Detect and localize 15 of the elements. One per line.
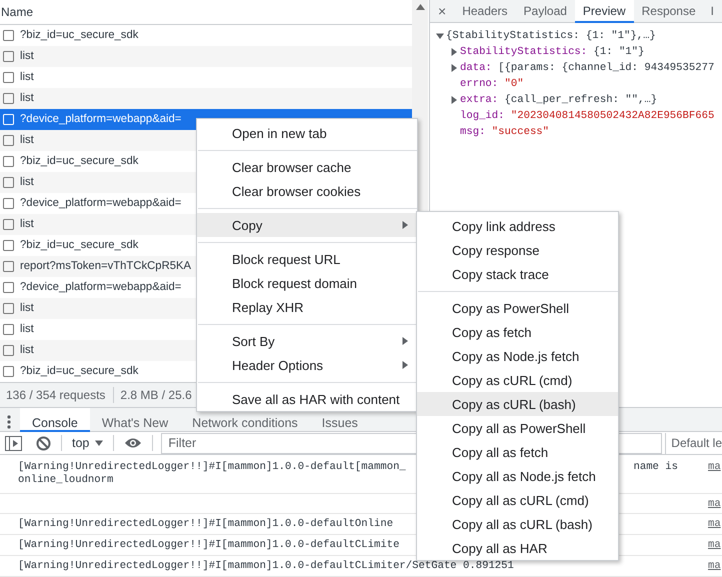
request-count: 136 / 354 requests bbox=[5, 388, 106, 402]
tree-line: StabilityStatistics: {1: "1"} bbox=[460, 46, 644, 58]
tree-line: log_id: "2023040814580502432A82E956BF665 bbox=[460, 110, 714, 122]
console-message: name is bbox=[633, 461, 678, 474]
tree-line: errno: "0" bbox=[460, 78, 524, 90]
tree-line: {StabilityStatistics: {1: "1"},…} bbox=[446, 30, 656, 42]
console-message: online_loudnorm bbox=[18, 474, 114, 487]
tree-line: data: [{params: {channel_id: 94349535277 bbox=[460, 62, 714, 74]
transfer-size: 2.8 MB / 25.6 bbox=[119, 388, 193, 402]
console-message: [Warning!UnredirectedLogger!!]#I[mammon]1.0.0-defaultOnline bbox=[18, 518, 394, 531]
console-message: [Warning!UnredirectedLogger!!]#I[mammon]1.0.0-defaultCLimiter/SetGate 0.891251 bbox=[18, 560, 514, 573]
tree-line: extra: {call_per_refresh: "",…} bbox=[460, 94, 658, 106]
tree-line: msg: "success" bbox=[460, 126, 550, 138]
console-message: [Warning!UnredirectedLogger!!]#I[mammon]1.0.0-defaultCLimite bbox=[18, 539, 400, 552]
console-message: [Warning!UnredirectedLogger!!]#I[mammon]1.0.0-default[mammon_ bbox=[18, 461, 406, 474]
